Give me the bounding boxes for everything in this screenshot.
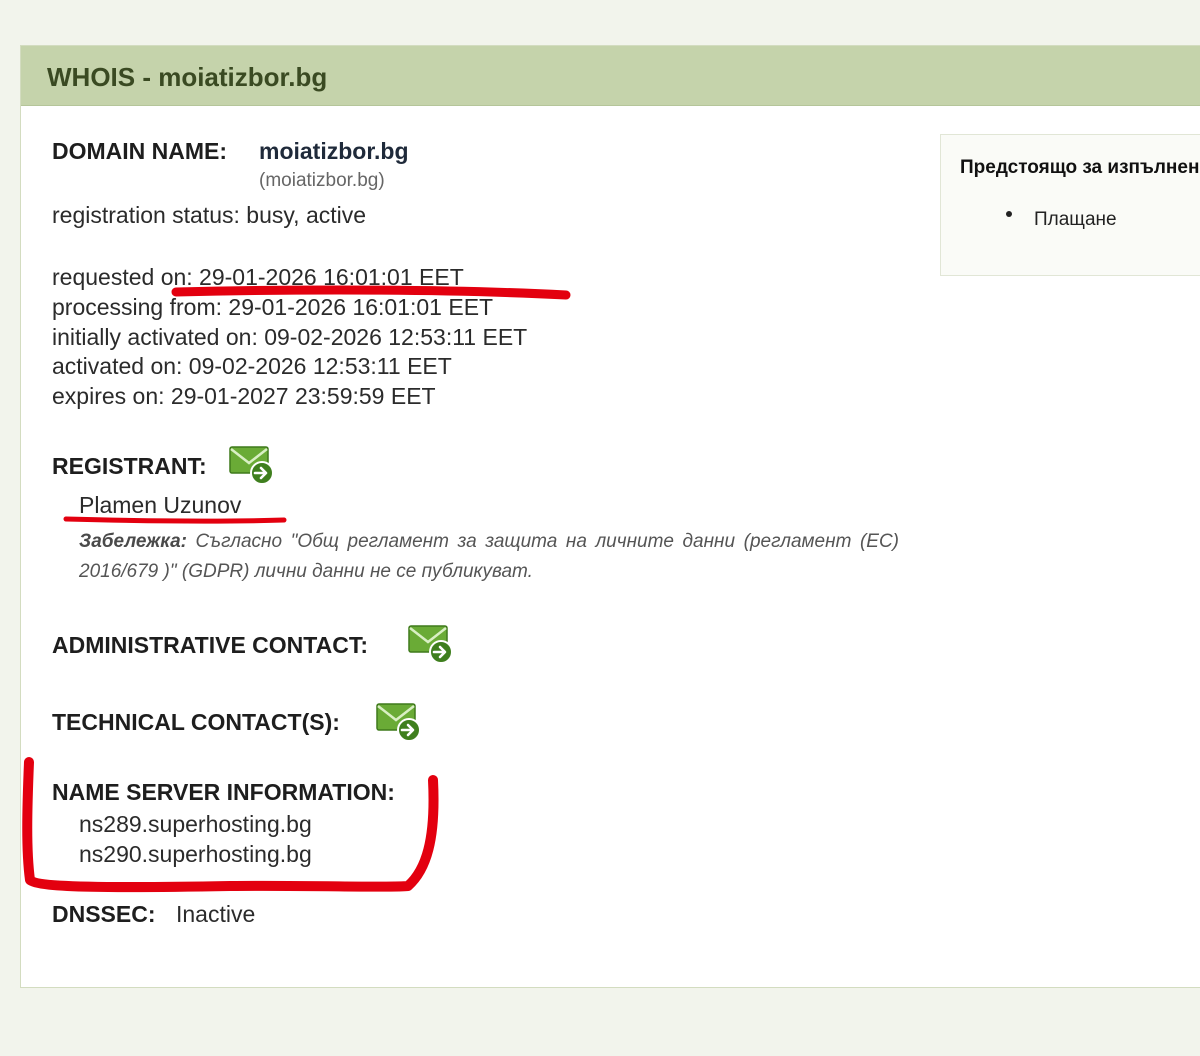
registration-status: registration status: busy, active xyxy=(52,202,367,228)
technical-contact-label: TECHNICAL CONTACT(S): xyxy=(52,709,340,735)
gdpr-note-label: Забележка: xyxy=(79,531,187,552)
mail-forward-icon[interactable] xyxy=(375,700,423,744)
registrant-name: Plamen Uzunov xyxy=(79,492,242,518)
dnssec-value: Inactive xyxy=(176,901,256,927)
admin-contact-label: ADMINISTRATIVE CONTACT: xyxy=(52,632,369,658)
pending-tasks-title: Предстоящо за изпълнение xyxy=(960,157,1200,178)
gdpr-note-text: Съгласно "Общ регламент за защита на лич… xyxy=(79,531,900,582)
registrant-label: REGISTRANT: xyxy=(52,453,207,479)
mail-forward-icon[interactable] xyxy=(407,622,455,666)
dnssec-label: DNSSEC: xyxy=(52,901,156,927)
name-server-item: ns289.superhosting.bg xyxy=(79,811,312,837)
mail-forward-icon[interactable] xyxy=(228,443,276,487)
panel-title: WHOIS - moiatizbor.bg xyxy=(21,46,1200,106)
domain-idn-value: (moiatizbor.bg) xyxy=(259,170,385,191)
gdpr-note: Забележка: Съгласно "Общ регламент за за… xyxy=(79,527,899,587)
expires-date: expires on: 29-01-2027 23:59:59 EET xyxy=(52,383,436,409)
initially-activated-date: initially activated on: 09-02-2026 12:53… xyxy=(52,324,528,350)
activated-date: activated on: 09-02-2026 12:53:11 EET xyxy=(52,353,452,379)
name-server-item: ns290.superhosting.bg xyxy=(79,841,312,867)
processing-date: processing from: 29-01-2026 16:01:01 EET xyxy=(52,294,494,320)
pending-tasks-box: Предстоящо за изпълнение Плащане xyxy=(940,134,1200,276)
pending-task-item-payment[interactable]: Плащане xyxy=(1034,209,1117,231)
name-server-label: NAME SERVER INFORMATION: xyxy=(52,779,395,805)
requested-date: requested on: 29-01-2026 16:01:01 EET xyxy=(52,264,464,290)
domain-name-value: moiatizbor.bg xyxy=(259,138,409,164)
bullet-icon xyxy=(1006,211,1012,217)
domain-name-label: DOMAIN NAME: xyxy=(52,138,228,164)
